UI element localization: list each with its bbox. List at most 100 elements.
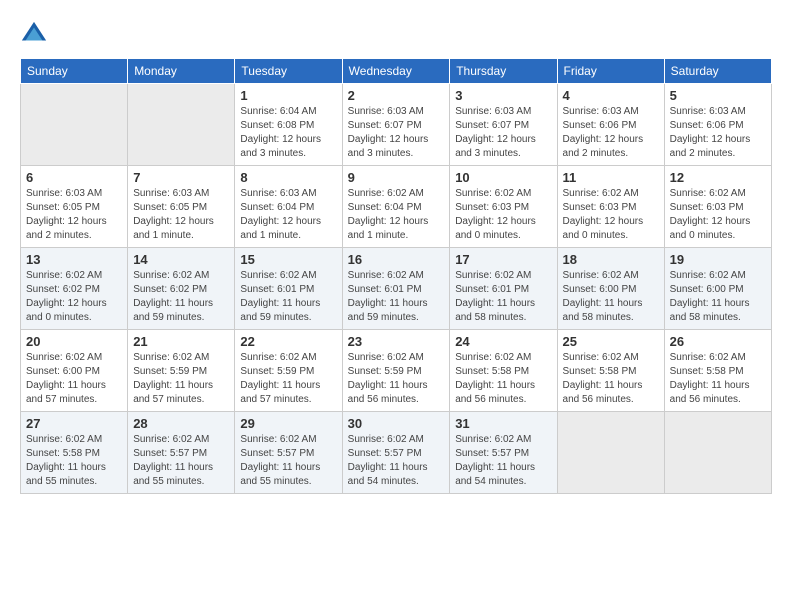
calendar-cell: 1 Sunrise: 6:04 AM Sunset: 6:08 PM Daylig…: [235, 84, 342, 166]
day-info: Sunrise: 6:02 AM Sunset: 5:58 PM Dayligh…: [563, 351, 659, 407]
day-info: Sunrise: 6:02 AM Sunset: 6:03 PM Dayligh…: [455, 187, 551, 243]
day-info: Sunrise: 6:02 AM Sunset: 6:03 PM Dayligh…: [670, 187, 766, 243]
calendar-cell: 24 Sunrise: 6:02 AM Sunset: 5:58 PM Dayli…: [450, 330, 557, 412]
day-number: 15: [240, 252, 336, 267]
day-number: 1: [240, 88, 336, 103]
calendar-week-1: 1 Sunrise: 6:04 AM Sunset: 6:08 PM Daylig…: [21, 84, 772, 166]
calendar-week-4: 20Sunrise: 6:02 AM Sunset: 6:00 PM Dayli…: [21, 330, 772, 412]
day-number: 20: [26, 334, 122, 349]
day-info: Sunrise: 6:02 AM Sunset: 6:03 PM Dayligh…: [563, 187, 659, 243]
day-header-friday: Friday: [557, 59, 664, 84]
day-number: 22: [240, 334, 336, 349]
day-header-saturday: Saturday: [664, 59, 771, 84]
calendar-cell: 14 Sunrise: 6:02 AM Sunset: 6:02 PM Dayli…: [128, 248, 235, 330]
logo-icon: [20, 20, 48, 48]
calendar-week-2: 6Sunrise: 6:03 AM Sunset: 6:05 PM Daylig…: [21, 166, 772, 248]
calendar-cell: 30 Sunrise: 6:02 AM Sunset: 5:57 PM Dayli…: [342, 412, 450, 494]
day-number: 28: [133, 416, 229, 431]
calendar-cell: 3 Sunrise: 6:03 AM Sunset: 6:07 PM Daylig…: [450, 84, 557, 166]
day-info: Sunrise: 6:02 AM Sunset: 6:00 PM Dayligh…: [563, 269, 659, 325]
calendar-cell: [21, 84, 128, 166]
day-number: 3: [455, 88, 551, 103]
calendar-cell: 12 Sunrise: 6:02 AM Sunset: 6:03 PM Dayli…: [664, 166, 771, 248]
day-number: 30: [348, 416, 445, 431]
day-info: Sunrise: 6:03 AM Sunset: 6:07 PM Dayligh…: [455, 105, 551, 161]
calendar-cell: 17Sunrise: 6:02 AM Sunset: 6:01 PM Dayli…: [450, 248, 557, 330]
calendar-cell: [557, 412, 664, 494]
day-info: Sunrise: 6:03 AM Sunset: 6:07 PM Dayligh…: [348, 105, 445, 161]
calendar-cell: 7Sunrise: 6:03 AM Sunset: 6:05 PM Daylig…: [128, 166, 235, 248]
day-number: 13: [26, 252, 122, 267]
calendar-cell: 8Sunrise: 6:03 AM Sunset: 6:04 PM Daylig…: [235, 166, 342, 248]
day-number: 27: [26, 416, 122, 431]
calendar-cell: 11 Sunrise: 6:02 AM Sunset: 6:03 PM Dayli…: [557, 166, 664, 248]
calendar-table: SundayMondayTuesdayWednesdayThursdayFrid…: [20, 58, 772, 494]
day-number: 21: [133, 334, 229, 349]
day-info: Sunrise: 6:02 AM Sunset: 5:58 PM Dayligh…: [26, 433, 122, 489]
day-header-sunday: Sunday: [21, 59, 128, 84]
day-info: Sunrise: 6:02 AM Sunset: 5:57 PM Dayligh…: [133, 433, 229, 489]
day-number: 25: [563, 334, 659, 349]
day-header-thursday: Thursday: [450, 59, 557, 84]
calendar-cell: 18 Sunrise: 6:02 AM Sunset: 6:00 PM Dayli…: [557, 248, 664, 330]
day-info: Sunrise: 6:03 AM Sunset: 6:05 PM Dayligh…: [133, 187, 229, 243]
day-info: Sunrise: 6:02 AM Sunset: 5:57 PM Dayligh…: [240, 433, 336, 489]
page-header: [20, 20, 772, 48]
day-number: 23: [348, 334, 445, 349]
day-header-wednesday: Wednesday: [342, 59, 450, 84]
day-number: 9: [348, 170, 445, 185]
day-number: 10: [455, 170, 551, 185]
calendar-cell: 25 Sunrise: 6:02 AM Sunset: 5:58 PM Dayli…: [557, 330, 664, 412]
day-info: Sunrise: 6:04 AM Sunset: 6:08 PM Dayligh…: [240, 105, 336, 161]
calendar-cell: 5Sunrise: 6:03 AM Sunset: 6:06 PM Daylig…: [664, 84, 771, 166]
calendar-cell: 20Sunrise: 6:02 AM Sunset: 6:00 PM Dayli…: [21, 330, 128, 412]
day-number: 2: [348, 88, 445, 103]
calendar-week-5: 27 Sunrise: 6:02 AM Sunset: 5:58 PM Dayli…: [21, 412, 772, 494]
day-number: 26: [670, 334, 766, 349]
calendar-cell: 27 Sunrise: 6:02 AM Sunset: 5:58 PM Dayli…: [21, 412, 128, 494]
day-info: Sunrise: 6:02 AM Sunset: 6:01 PM Dayligh…: [348, 269, 445, 325]
calendar-cell: 19 Sunrise: 6:02 AM Sunset: 6:00 PM Dayli…: [664, 248, 771, 330]
calendar-week-3: 13 Sunrise: 6:02 AM Sunset: 6:02 PM Dayli…: [21, 248, 772, 330]
calendar-cell: 22Sunrise: 6:02 AM Sunset: 5:59 PM Dayli…: [235, 330, 342, 412]
calendar-cell: 6Sunrise: 6:03 AM Sunset: 6:05 PM Daylig…: [21, 166, 128, 248]
day-info: Sunrise: 6:02 AM Sunset: 6:00 PM Dayligh…: [670, 269, 766, 325]
day-number: 16: [348, 252, 445, 267]
day-number: 18: [563, 252, 659, 267]
calendar-cell: 23 Sunrise: 6:02 AM Sunset: 5:59 PM Dayli…: [342, 330, 450, 412]
day-header-monday: Monday: [128, 59, 235, 84]
calendar-cell: 28 Sunrise: 6:02 AM Sunset: 5:57 PM Dayli…: [128, 412, 235, 494]
day-info: Sunrise: 6:02 AM Sunset: 5:57 PM Dayligh…: [348, 433, 445, 489]
day-info: Sunrise: 6:02 AM Sunset: 5:59 PM Dayligh…: [348, 351, 445, 407]
day-info: Sunrise: 6:02 AM Sunset: 5:58 PM Dayligh…: [670, 351, 766, 407]
calendar-cell: 2 Sunrise: 6:03 AM Sunset: 6:07 PM Daylig…: [342, 84, 450, 166]
calendar-cell: 31 Sunrise: 6:02 AM Sunset: 5:57 PM Dayli…: [450, 412, 557, 494]
calendar-cell: 15 Sunrise: 6:02 AM Sunset: 6:01 PM Dayli…: [235, 248, 342, 330]
day-number: 8: [240, 170, 336, 185]
calendar-cell: 16 Sunrise: 6:02 AM Sunset: 6:01 PM Dayli…: [342, 248, 450, 330]
calendar-cell: 13 Sunrise: 6:02 AM Sunset: 6:02 PM Dayli…: [21, 248, 128, 330]
calendar-cell: [128, 84, 235, 166]
day-number: 11: [563, 170, 659, 185]
day-number: 19: [670, 252, 766, 267]
day-info: Sunrise: 6:02 AM Sunset: 6:02 PM Dayligh…: [26, 269, 122, 325]
day-number: 24: [455, 334, 551, 349]
day-info: Sunrise: 6:02 AM Sunset: 6:04 PM Dayligh…: [348, 187, 445, 243]
day-info: Sunrise: 6:02 AM Sunset: 6:01 PM Dayligh…: [455, 269, 551, 325]
day-info: Sunrise: 6:02 AM Sunset: 6:02 PM Dayligh…: [133, 269, 229, 325]
day-info: Sunrise: 6:03 AM Sunset: 6:06 PM Dayligh…: [670, 105, 766, 161]
day-info: Sunrise: 6:02 AM Sunset: 6:01 PM Dayligh…: [240, 269, 336, 325]
calendar-cell: [664, 412, 771, 494]
day-info: Sunrise: 6:02 AM Sunset: 5:59 PM Dayligh…: [133, 351, 229, 407]
logo: [20, 20, 52, 48]
day-number: 12: [670, 170, 766, 185]
day-number: 14: [133, 252, 229, 267]
day-number: 31: [455, 416, 551, 431]
day-info: Sunrise: 6:03 AM Sunset: 6:05 PM Dayligh…: [26, 187, 122, 243]
day-info: Sunrise: 6:02 AM Sunset: 5:57 PM Dayligh…: [455, 433, 551, 489]
day-info: Sunrise: 6:02 AM Sunset: 5:58 PM Dayligh…: [455, 351, 551, 407]
day-header-tuesday: Tuesday: [235, 59, 342, 84]
calendar-header-row: SundayMondayTuesdayWednesdayThursdayFrid…: [21, 59, 772, 84]
day-number: 4: [563, 88, 659, 103]
calendar-cell: 9 Sunrise: 6:02 AM Sunset: 6:04 PM Daylig…: [342, 166, 450, 248]
